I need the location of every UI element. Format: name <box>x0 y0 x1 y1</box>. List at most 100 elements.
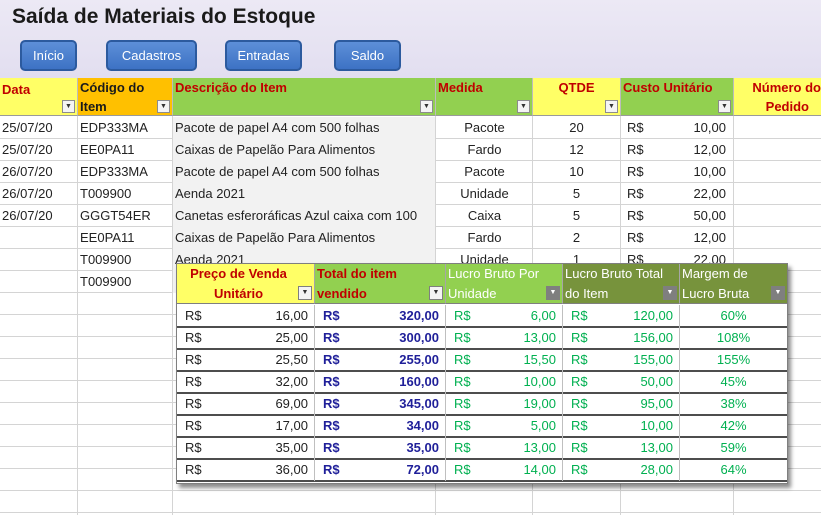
cell-descricao[interactable]: Caixas de Papelão Para Alimentos <box>175 139 433 161</box>
cell-data[interactable]: 26/07/20 <box>2 205 76 227</box>
cell-margem[interactable]: 42% <box>680 415 787 437</box>
cell-data[interactable] <box>2 249 76 271</box>
cell-data[interactable]: 25/07/20 <box>2 117 76 139</box>
cell-qtde[interactable]: 10 <box>533 161 620 183</box>
cell-margem[interactable]: 60% <box>680 305 787 327</box>
cell-codigo[interactable]: EDP333MA <box>80 117 170 139</box>
header-lucro-unidade[interactable]: Lucro Bruto Por Unidade ▼ <box>446 264 563 304</box>
cadastros-button[interactable]: Cadastros <box>106 40 197 71</box>
cell-lucro_tot[interactable]: R$ 50,00 <box>563 371 680 393</box>
cell-custo[interactable]: 22,00 <box>660 183 726 205</box>
cell-descricao[interactable]: Pacote de papel A4 com 500 folhas <box>175 161 433 183</box>
header-custo[interactable]: Custo Unitário ▼ <box>621 78 734 116</box>
cell-margem[interactable]: 155% <box>680 349 787 371</box>
filter-dropdown-icon[interactable]: ▼ <box>663 286 677 300</box>
cell-data[interactable]: 26/07/20 <box>2 183 76 205</box>
header-pedido[interactable]: Número do Pedido <box>734 78 821 116</box>
header-descricao[interactable]: Descrição do Item ▼ <box>173 78 436 116</box>
cell-lucro_un[interactable]: R$ 10,00 <box>446 371 563 393</box>
cell-preco[interactable]: R$ 25,50 <box>177 349 315 371</box>
cell-margem[interactable]: 64% <box>680 459 787 481</box>
cell-qtde[interactable]: 12 <box>533 139 620 161</box>
cell-codigo[interactable]: GGGT54ER <box>80 205 170 227</box>
cell-total[interactable]: R$ 160,00 <box>315 371 446 393</box>
filter-dropdown-icon[interactable]: ▼ <box>62 100 75 113</box>
cell-lucro_un[interactable]: R$ 19,00 <box>446 393 563 415</box>
filter-dropdown-icon[interactable]: ▼ <box>157 100 170 113</box>
cell-lucro_tot[interactable]: R$ 155,00 <box>563 349 680 371</box>
cell-qtde[interactable]: 5 <box>533 205 620 227</box>
filter-dropdown-icon[interactable]: ▼ <box>298 286 312 300</box>
filter-dropdown-icon[interactable]: ▼ <box>771 286 785 300</box>
cell-total[interactable]: R$ 345,00 <box>315 393 446 415</box>
cell-lucro_tot[interactable]: R$ 28,00 <box>563 459 680 481</box>
cell-lucro_tot[interactable]: R$ 120,00 <box>563 305 680 327</box>
cell-medida[interactable]: Fardo <box>436 139 533 161</box>
cell-preco[interactable]: R$ 16,00 <box>177 305 315 327</box>
cell-lucro_un[interactable]: R$ 5,00 <box>446 415 563 437</box>
cell-codigo[interactable]: T009900 <box>80 271 170 293</box>
cell-preco[interactable]: R$ 35,00 <box>177 437 315 459</box>
cell-currency[interactable]: R$ <box>627 139 657 161</box>
cell-descricao[interactable]: Caixas de Papelão Para Alimentos <box>175 227 433 249</box>
cell-qtde[interactable]: 5 <box>533 183 620 205</box>
cell-preco[interactable]: R$ 69,00 <box>177 393 315 415</box>
profit-table-overlay[interactable]: Preço de Venda Unitário ▼ Total do item … <box>176 263 788 484</box>
filter-dropdown-icon[interactable]: ▼ <box>718 100 731 113</box>
cell-lucro_un[interactable]: R$ 6,00 <box>446 305 563 327</box>
cell-currency[interactable]: R$ <box>627 227 657 249</box>
cell-margem[interactable]: 38% <box>680 393 787 415</box>
cell-data[interactable] <box>2 227 76 249</box>
cell-codigo[interactable]: EE0PA11 <box>80 227 170 249</box>
header-margem[interactable]: Margem de Lucro Bruta ▼ <box>680 264 787 304</box>
cell-lucro_tot[interactable]: R$ 95,00 <box>563 393 680 415</box>
inicio-button[interactable]: Início <box>20 40 77 71</box>
cell-custo[interactable]: 10,00 <box>660 161 726 183</box>
cell-qtde[interactable]: 2 <box>533 227 620 249</box>
header-lucro-total[interactable]: Lucro Bruto Total do Item ▼ <box>563 264 680 304</box>
cell-total[interactable]: R$ 320,00 <box>315 305 446 327</box>
entradas-button[interactable]: Entradas <box>225 40 302 71</box>
cell-margem[interactable]: 108% <box>680 327 787 349</box>
cell-medida[interactable]: Fardo <box>436 227 533 249</box>
header-preco-venda[interactable]: Preço de Venda Unitário ▼ <box>177 264 315 304</box>
cell-medida[interactable]: Unidade <box>436 183 533 205</box>
cell-descricao[interactable]: Canetas esferoráficas Azul caixa com 100 <box>175 205 433 227</box>
header-data[interactable]: Data ▼ <box>0 78 78 116</box>
cell-custo[interactable]: 12,00 <box>660 139 726 161</box>
cell-currency[interactable]: R$ <box>627 205 657 227</box>
cell-preco[interactable]: R$ 36,00 <box>177 459 315 481</box>
cell-currency[interactable]: R$ <box>627 117 657 139</box>
header-medida[interactable]: Medida ▼ <box>436 78 533 116</box>
cell-total[interactable]: R$ 300,00 <box>315 327 446 349</box>
filter-dropdown-icon[interactable]: ▼ <box>517 100 530 113</box>
cell-total[interactable]: R$ 35,00 <box>315 437 446 459</box>
cell-codigo[interactable]: T009900 <box>80 249 170 271</box>
cell-total[interactable]: R$ 34,00 <box>315 415 446 437</box>
cell-custo[interactable]: 10,00 <box>660 117 726 139</box>
cell-custo[interactable]: 12,00 <box>660 227 726 249</box>
cell-total[interactable]: R$ 255,00 <box>315 349 446 371</box>
cell-codigo[interactable]: T009900 <box>80 183 170 205</box>
header-total-item[interactable]: Total do item vendido ▼ <box>315 264 446 304</box>
cell-codigo[interactable]: EE0PA11 <box>80 139 170 161</box>
cell-lucro_tot[interactable]: R$ 10,00 <box>563 415 680 437</box>
cell-medida[interactable]: Pacote <box>436 117 533 139</box>
cell-medida[interactable]: Pacote <box>436 161 533 183</box>
cell-data[interactable]: 26/07/20 <box>2 161 76 183</box>
cell-medida[interactable]: Caixa <box>436 205 533 227</box>
cell-descricao[interactable]: Aenda 2021 <box>175 183 433 205</box>
cell-descricao[interactable]: Pacote de papel A4 com 500 folhas <box>175 117 433 139</box>
cell-lucro_tot[interactable]: R$ 156,00 <box>563 327 680 349</box>
cell-custo[interactable]: 50,00 <box>660 205 726 227</box>
filter-dropdown-icon[interactable]: ▼ <box>605 100 618 113</box>
cell-lucro_tot[interactable]: R$ 13,00 <box>563 437 680 459</box>
cell-data[interactable]: 25/07/20 <box>2 139 76 161</box>
cell-lucro_un[interactable]: R$ 13,00 <box>446 437 563 459</box>
header-codigo[interactable]: Código do Item ▼ <box>78 78 173 116</box>
cell-qtde[interactable]: 20 <box>533 117 620 139</box>
filter-dropdown-icon[interactable]: ▼ <box>546 286 560 300</box>
filter-dropdown-icon[interactable]: ▼ <box>429 286 443 300</box>
cell-margem[interactable]: 45% <box>680 371 787 393</box>
cell-preco[interactable]: R$ 25,00 <box>177 327 315 349</box>
